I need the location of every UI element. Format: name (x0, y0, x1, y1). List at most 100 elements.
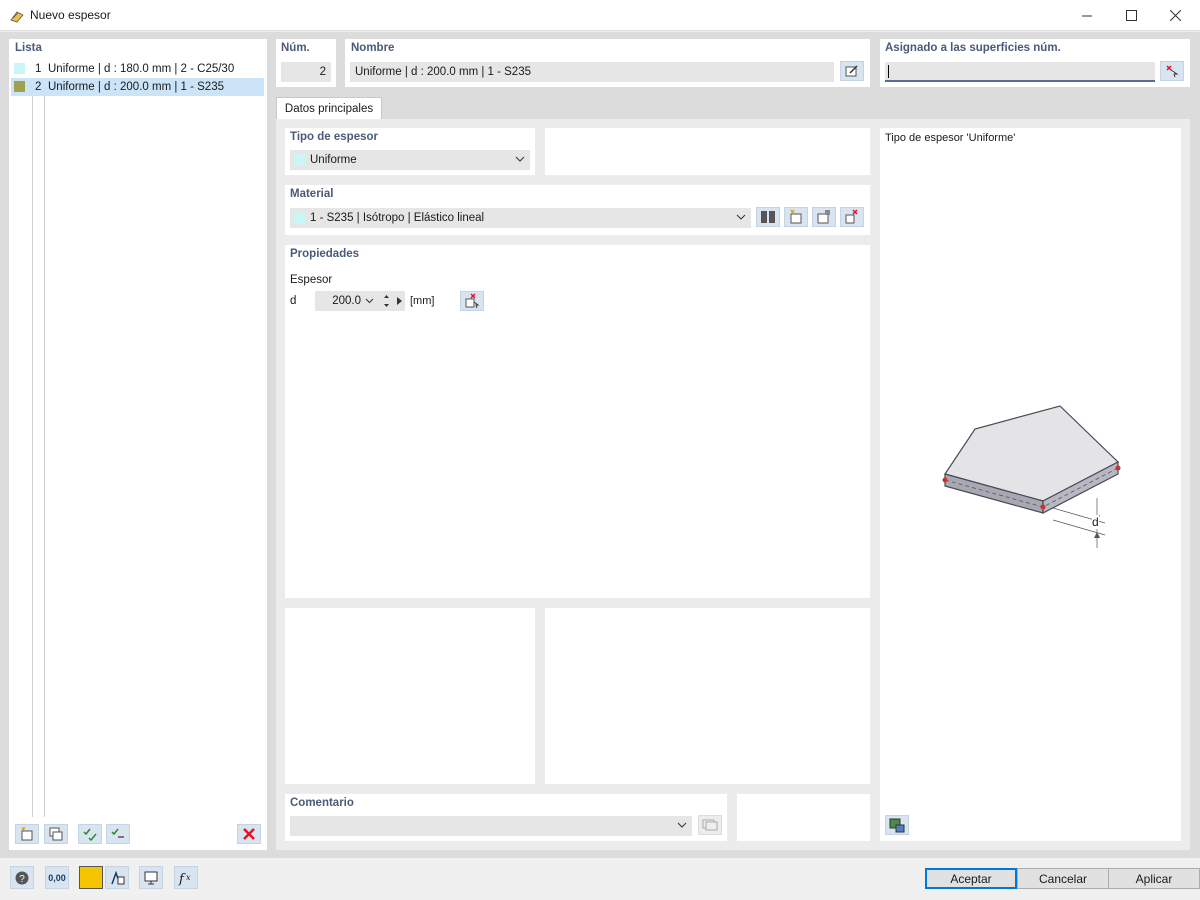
uncheck-button[interactable] (106, 824, 130, 844)
list-item-num: 2 (35, 81, 42, 93)
list-item-selected[interactable]: 2 Uniforme | d : 200.0 mm | 1 - S235 (11, 78, 264, 96)
chevron-down-icon (736, 214, 746, 220)
comentario-label: Comentario (290, 797, 354, 809)
list-label: Lista (15, 42, 42, 54)
comentario-aux-panel (737, 794, 870, 841)
svg-text:f: f (178, 872, 186, 886)
maximize-button[interactable] (1108, 0, 1154, 31)
comment-icon (702, 819, 718, 831)
asignado-input[interactable] (885, 62, 1155, 82)
units-label: 0,00 (48, 872, 66, 883)
chevron-down-icon (515, 156, 525, 162)
new-material-button[interactable] (784, 207, 808, 227)
check-toggle-icon (111, 828, 124, 838)
cancelar-button[interactable]: Cancelar (1017, 868, 1109, 889)
assign-icon (111, 870, 125, 884)
copy-item-button[interactable] (44, 824, 68, 844)
maximize-icon (1125, 10, 1137, 21)
pick-surface-button[interactable] (1160, 61, 1184, 81)
nombre-field[interactable]: Uniforme | d : 200.0 mm | 1 - S235 (350, 62, 834, 82)
thickness-preview-diagram (942, 405, 1121, 548)
num-field[interactable]: 2 (281, 62, 331, 82)
copy-icon (49, 827, 63, 841)
svg-text:?: ? (19, 874, 25, 885)
window-title: Nuevo espesor (30, 8, 111, 22)
color-swatch (294, 212, 306, 224)
view-button[interactable] (139, 866, 163, 889)
pick-thickness-button[interactable] (460, 291, 484, 311)
list-item-num: 1 (35, 63, 42, 75)
check-all-button[interactable] (78, 824, 102, 844)
comentario-edit-button[interactable] (698, 815, 722, 835)
color-swatch (14, 81, 25, 92)
dimension-d-label: d (1092, 515, 1099, 529)
aplicar-button[interactable]: Aplicar (1108, 868, 1200, 889)
tipo-label: Tipo de espesor (290, 131, 378, 143)
list-panel: Lista (9, 39, 267, 850)
asignado-label: Asignado a las superficies núm. (885, 42, 1061, 54)
color-button[interactable] (79, 866, 103, 889)
d-label: d (290, 295, 297, 307)
comentario-select[interactable] (290, 816, 692, 836)
close-icon (1169, 10, 1181, 21)
new-item-button[interactable] (15, 824, 39, 844)
chevron-down-icon (677, 822, 687, 828)
tipo-value: Uniforme (310, 154, 357, 166)
empty-panel-right (545, 608, 870, 784)
edit-icon (845, 65, 858, 77)
empty-panel-left (285, 608, 535, 784)
pick-material-icon (845, 209, 858, 224)
num-label: Núm. (281, 42, 310, 54)
tipo-aux-panel (545, 128, 870, 175)
edit-material-icon (817, 210, 830, 224)
assign-button[interactable] (105, 866, 129, 889)
function-icon: fx (178, 872, 191, 886)
edit-material-button[interactable] (812, 207, 836, 227)
list-item-text: Uniforme | d : 200.0 mm | 1 - S235 (48, 81, 224, 93)
preview-title: Tipo de espesor 'Uniforme' (885, 132, 1016, 144)
material-value: 1 - S235 | Isótropo | Elástico lineal (310, 212, 485, 224)
nombre-label: Nombre (351, 42, 395, 54)
new-item-icon (21, 827, 33, 841)
play-arrow-icon[interactable] (397, 297, 402, 305)
function-button[interactable]: fx (174, 866, 198, 889)
thickness-app-icon (10, 11, 24, 23)
chevron-down-icon (365, 298, 374, 304)
svg-text:x: x (186, 873, 191, 882)
preview-panel: Tipo de espesor 'Uniforme' d (880, 128, 1181, 841)
color-swatch (294, 154, 306, 166)
propiedades-label: Propiedades (290, 248, 360, 260)
help-button[interactable]: ? (10, 866, 34, 889)
units-button[interactable]: 0,00 (45, 866, 69, 889)
material-label: Material (290, 188, 334, 200)
material-select[interactable]: 1 - S235 | Isótropo | Elástico lineal (290, 208, 751, 228)
pick-material-button[interactable] (840, 207, 864, 227)
edit-name-button[interactable] (840, 61, 864, 81)
title-bar: Nuevo espesor (0, 0, 1200, 31)
help-icon: ? (15, 871, 29, 885)
tree-guide-line (44, 87, 45, 817)
color-swatch (14, 63, 25, 74)
spin-arrows-icon[interactable] (383, 294, 390, 308)
pick-thickness-icon (465, 293, 480, 309)
preview-options-button[interactable] (885, 815, 909, 835)
material-library-button[interactable] (756, 207, 780, 227)
unit-label: [mm] (410, 295, 435, 307)
close-button[interactable] (1152, 0, 1198, 31)
d-value: 200.0 (332, 295, 361, 307)
minimize-button[interactable] (1064, 0, 1110, 31)
library-book-icon (761, 211, 775, 223)
minimize-icon (1082, 15, 1092, 16)
monitor-icon (144, 871, 158, 884)
text-cursor (888, 65, 889, 78)
pick-cursor-icon (1166, 65, 1179, 78)
list-item-text: Uniforme | d : 180.0 mm | 2 - C25/30 (48, 63, 235, 75)
d-value-input[interactable]: 200.0 (315, 291, 405, 311)
aceptar-button[interactable]: Aceptar (925, 868, 1017, 889)
preview-settings-icon (889, 818, 905, 833)
tipo-select[interactable]: Uniforme (290, 150, 530, 170)
list-item[interactable]: 1 Uniforme | d : 180.0 mm | 2 - C25/30 (11, 60, 264, 78)
new-material-icon (790, 209, 802, 224)
delete-item-button[interactable] (237, 824, 261, 844)
tab-datos-principales[interactable]: Datos principales (276, 97, 382, 120)
